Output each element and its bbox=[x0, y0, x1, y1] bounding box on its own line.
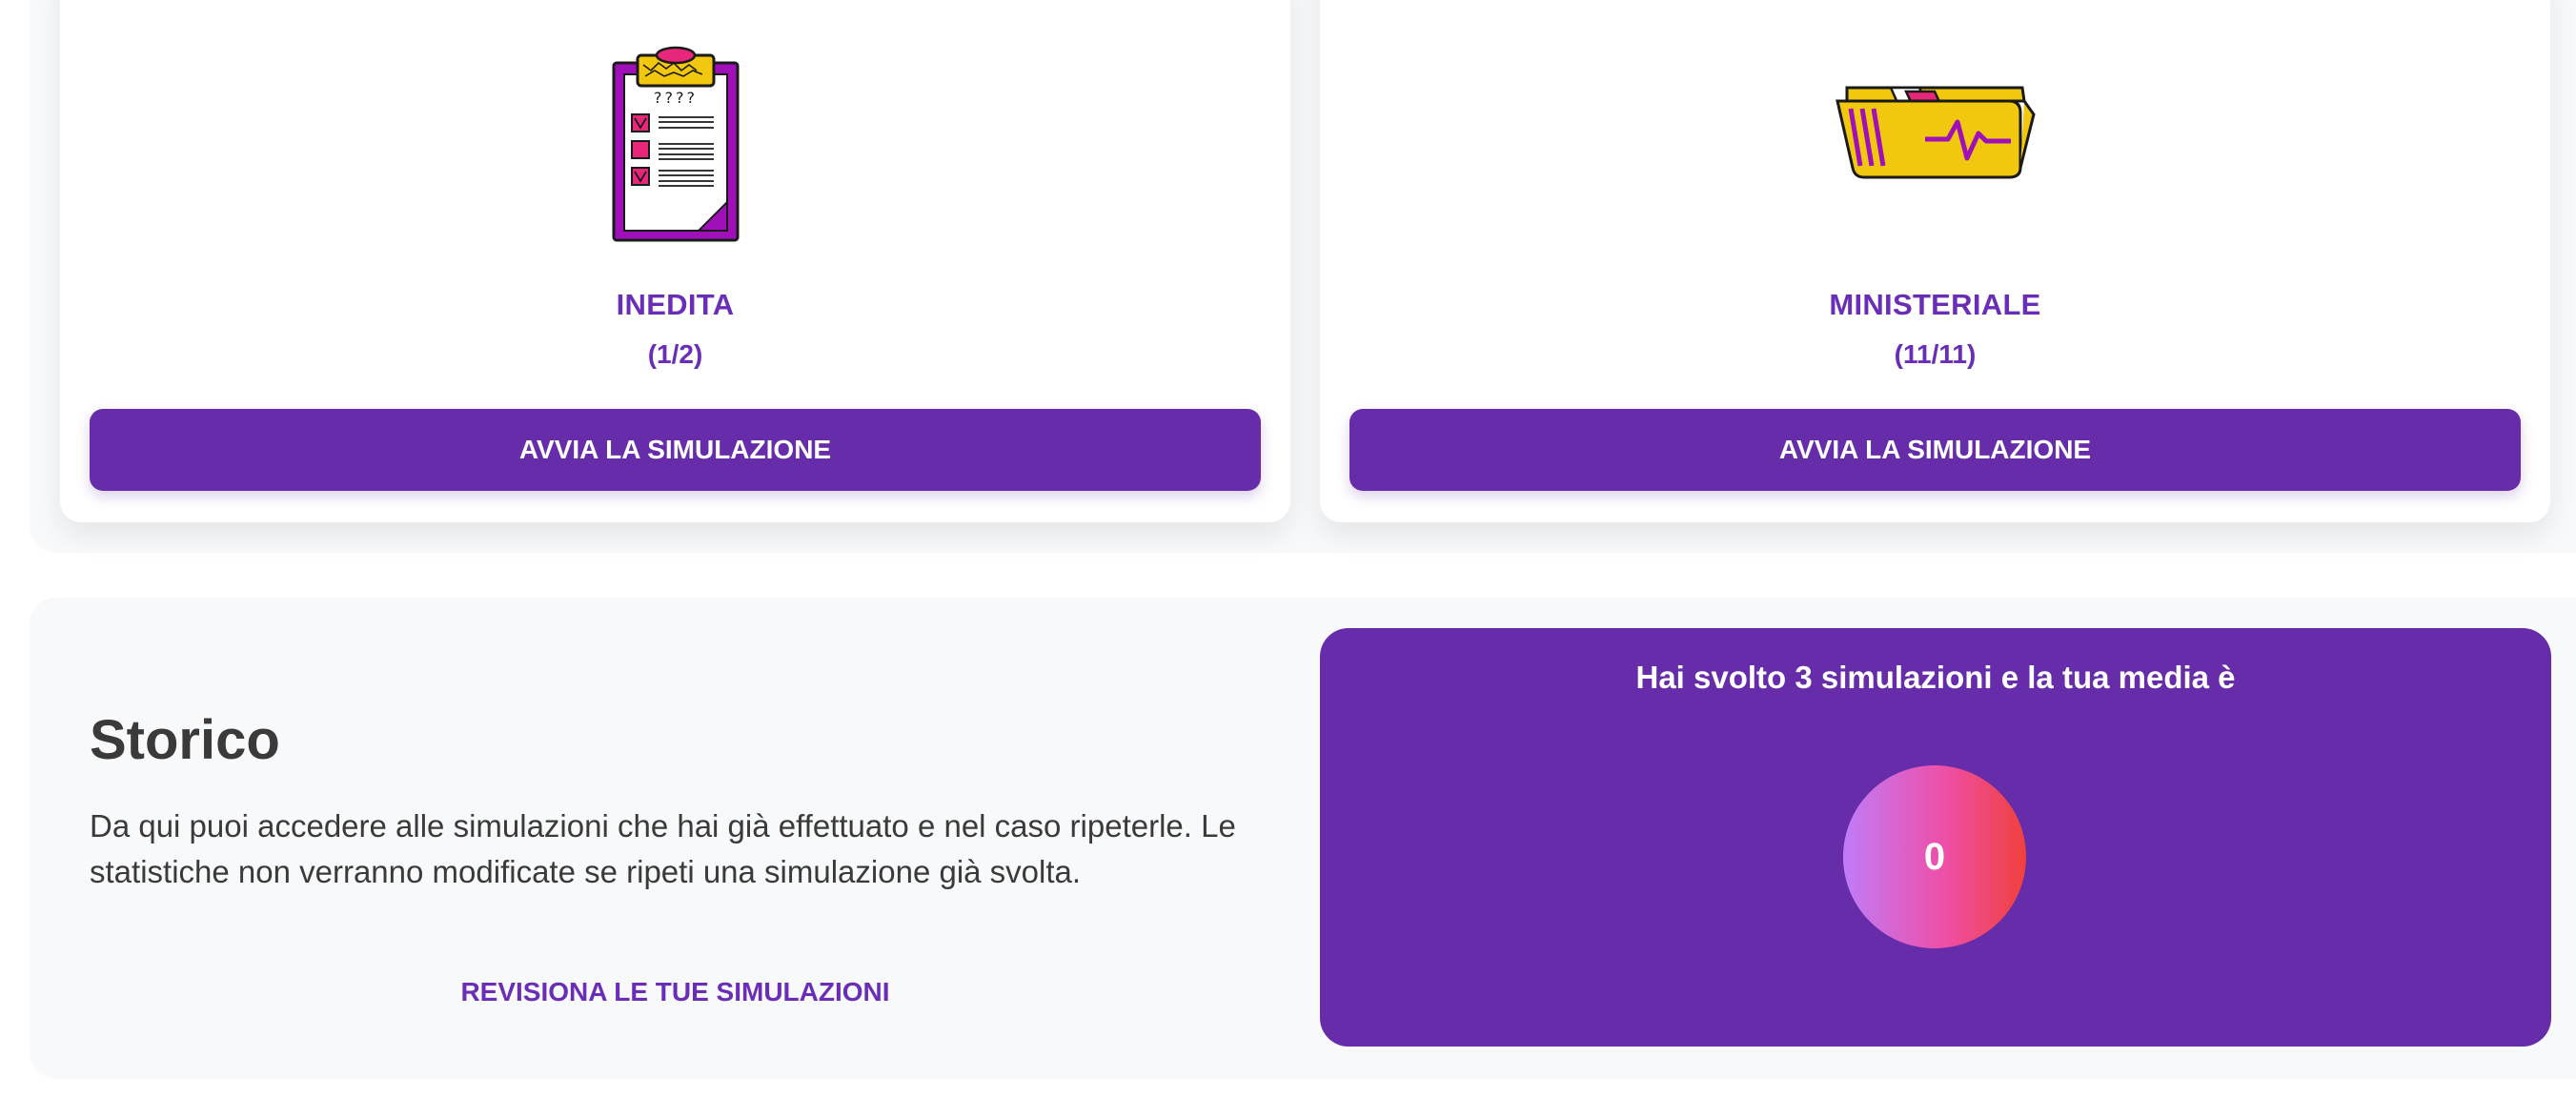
clipboard-question-marks: ???? bbox=[654, 89, 698, 107]
average-score-value: 0 bbox=[1923, 835, 1946, 878]
review-simulations-link[interactable]: REVISIONA LE TUE SIMULAZIONI bbox=[60, 977, 1290, 1007]
stats-summary-text: Hai svolto 3 simulazioni e la tua media … bbox=[1635, 660, 2236, 695]
start-simulation-button-ministeriale[interactable]: AVVIA LA SIMULAZIONE bbox=[1349, 409, 2521, 491]
simulation-title: MINISTERIALE bbox=[1829, 288, 2041, 321]
start-simulation-button-inedita[interactable]: AVVIA LA SIMULAZIONE bbox=[90, 409, 1261, 491]
history-description: Da qui puoi accedere alle simulazioni ch… bbox=[90, 808, 1236, 889]
history-title: Storico bbox=[90, 709, 280, 771]
simulation-title: INEDITA bbox=[616, 288, 735, 321]
simulation-card-inedita: ???? INEDITA (1/2) AVVIA LA SIMULAZIONE bbox=[60, 0, 1290, 522]
simulation-count: (11/11) bbox=[1894, 339, 1977, 369]
average-score-circle: 0 bbox=[1843, 765, 2026, 948]
simulation-card-ministeriale: MINISTERIALE (11/11) AVVIA LA SIMULAZION… bbox=[1320, 0, 2550, 522]
medical-folder-icon bbox=[1835, 86, 2036, 179]
simulation-count: (1/2) bbox=[647, 339, 703, 369]
clipboard-checklist-icon: ???? bbox=[612, 46, 739, 242]
